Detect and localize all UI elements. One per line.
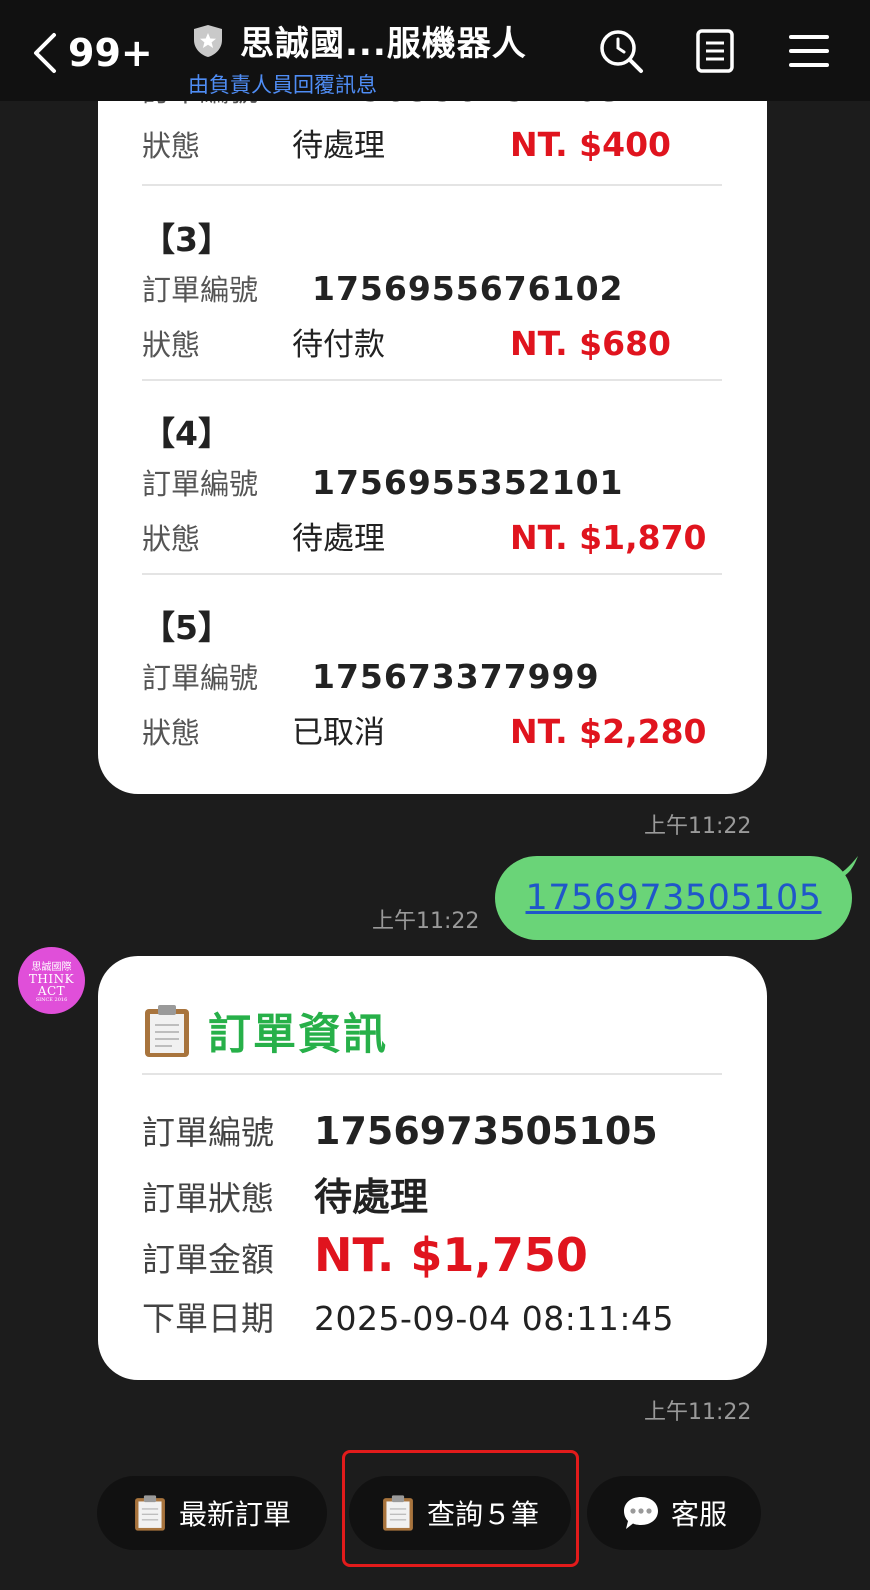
message-timestamp: 上午11:22 (372, 909, 480, 934)
shield-icon (194, 24, 222, 57)
order-status: 待處理 (292, 128, 385, 164)
message-timestamp: 上午11:22 (644, 1400, 752, 1425)
chat-header: 99+ 思誠國...服機器人 由負責人員回覆訊息 (0, 0, 870, 101)
order-index: 【4】 (142, 414, 231, 453)
order-price: NT. $1,870 (510, 518, 707, 557)
info-label: 下單日期 (142, 1299, 274, 1338)
unread-count: 99+ (68, 31, 153, 75)
order-price: NT. $2,280 (510, 712, 707, 751)
info-label: 訂單金額 (142, 1240, 274, 1279)
bot-avatar[interactable]: 思誠國際 THINK ACT SINCE 2016 (18, 947, 85, 1014)
user-message-bubble[interactable]: 1756973505105 (495, 856, 858, 940)
info-row: 訂單編號 1756973505105 (142, 1106, 742, 1166)
back-button[interactable]: 99+ (30, 30, 153, 76)
quick-reply-query-5[interactable]: 查詢５筆 (349, 1476, 571, 1550)
chat-title-area[interactable]: 思誠國...服機器人 由負責人員回覆訊息 (188, 16, 527, 99)
avatar-text: ACT (37, 984, 66, 998)
menu-icon (789, 35, 829, 67)
order-amount-value: NT. $1,750 (314, 1228, 588, 1282)
clipboard-icon (135, 1495, 165, 1531)
order-number: 1756955676102 (312, 269, 624, 308)
chat-subtitle: 由負責人員回覆訊息 (188, 73, 377, 97)
order-item: 【4】 訂單編號 1756955352101 狀態 待處理 NT. $1,870 (142, 407, 722, 565)
order-status-label: 狀態 (142, 522, 201, 556)
info-label: 訂單編號 (142, 1113, 274, 1152)
chat-title: 思誠國...服機器人 (240, 24, 527, 64)
order-price: NT. $400 (510, 125, 671, 164)
avatar-text: 思誠國際 (31, 962, 72, 973)
order-index: 【5】 (142, 608, 231, 647)
order-status-label: 狀態 (142, 716, 201, 750)
info-label: 訂單狀態 (142, 1179, 274, 1218)
order-item: 【3】 訂單編號 1756955676102 狀態 待付款 NT. $680 (142, 213, 722, 371)
order-status-label: 狀態 (142, 328, 201, 362)
quick-reply-label: 查詢５筆 (426, 1498, 539, 1531)
info-row: 訂單狀態 待處理 (142, 1166, 742, 1228)
order-list-card: 訂單編號 1756956454103 狀態 待處理 NT. $400 【3】 訂… (98, 60, 767, 794)
order-item: 【5】 訂單編號 175673377999 狀態 已取消 NT. $2,280 (142, 601, 722, 759)
back-icon (34, 33, 56, 73)
bubble-tail (832, 856, 858, 878)
search-history-button[interactable] (598, 28, 644, 74)
order-number: 175673377999 (312, 657, 600, 696)
order-number-label: 訂單編號 (142, 273, 259, 307)
avatar-text: SINCE 2016 (35, 997, 68, 1003)
divider (142, 184, 722, 186)
message-timestamp: 上午11:22 (644, 814, 752, 839)
order-status: 已取消 (292, 715, 385, 751)
order-status: 待付款 (292, 327, 385, 363)
order-status-label: 狀態 (142, 129, 201, 163)
order-price: NT. $680 (510, 324, 671, 363)
order-number: 1756955352101 (312, 463, 624, 502)
order-number-label: 訂單編號 (142, 467, 259, 501)
divider (142, 379, 722, 381)
info-row: 訂單金額 NT. $1,750 (142, 1228, 742, 1292)
order-status: 待處理 (292, 521, 385, 557)
quick-reply-label: 客服 (670, 1498, 727, 1531)
order-date-value: 2025-09-04 08:11:45 (314, 1299, 674, 1338)
speech-bubble-icon (623, 1497, 658, 1529)
order-info-card: 訂單資訊 訂單編號 1756973505105 訂單狀態 待處理 訂單金額 NT… (98, 956, 767, 1380)
menu-button[interactable] (786, 28, 832, 74)
search-history-icon (600, 30, 643, 73)
order-info-rows: 訂單編號 1756973505105 訂單狀態 待處理 訂單金額 NT. $1,… (142, 1106, 742, 1350)
divider (142, 1073, 722, 1075)
order-status-value: 待處理 (314, 1175, 429, 1219)
notes-icon (696, 29, 734, 73)
clipboard-icon (383, 1495, 413, 1531)
notes-button[interactable] (692, 28, 738, 74)
order-number-value: 1756973505105 (314, 1109, 658, 1153)
order-index: 【3】 (142, 220, 231, 259)
order-info-title: 訂單資訊 (208, 1010, 388, 1060)
divider (142, 573, 722, 575)
order-info-header: 訂單資訊 (142, 1000, 388, 1062)
user-message-link[interactable]: 1756973505105 (526, 878, 822, 918)
info-row: 下單日期 2025-09-04 08:11:45 (142, 1292, 742, 1350)
quick-reply-latest-order[interactable]: 最新訂單 (97, 1476, 327, 1550)
quick-reply-customer-service[interactable]: 客服 (587, 1476, 761, 1550)
clipboard-icon (145, 1005, 189, 1057)
quick-reply-label: 最新訂單 (178, 1498, 291, 1531)
order-number-label: 訂單編號 (142, 661, 259, 695)
